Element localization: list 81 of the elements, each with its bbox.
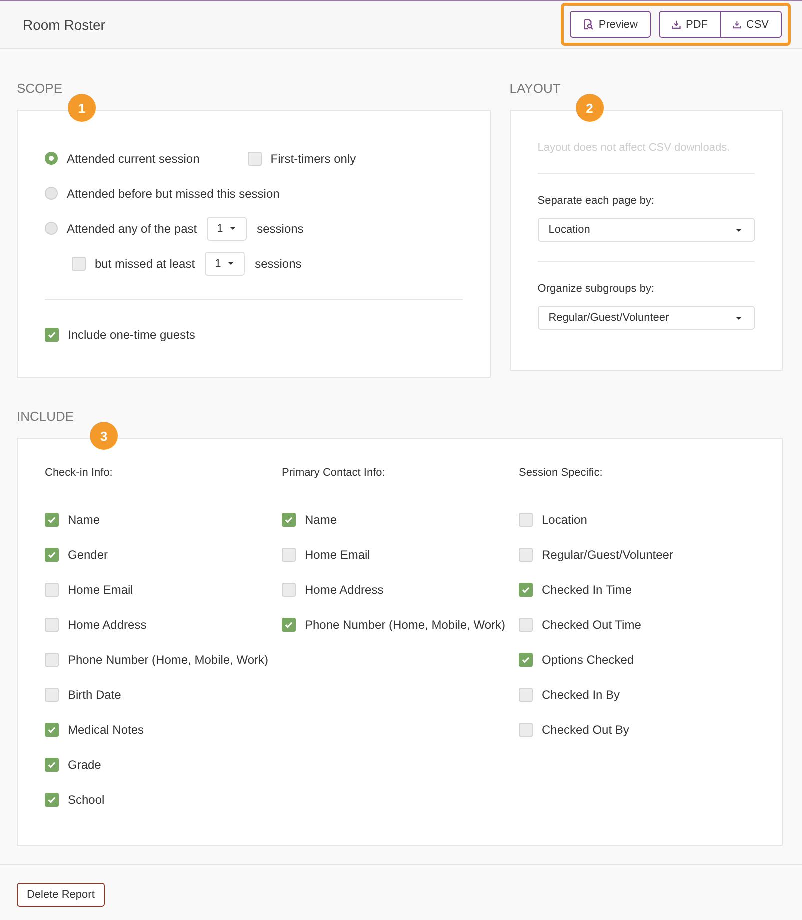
checked-checkbox[interactable] [45, 548, 59, 562]
checkbox[interactable] [282, 582, 296, 596]
download-icon [672, 20, 681, 30]
option-label: Options Checked [542, 652, 634, 666]
checked-checkbox[interactable] [45, 758, 59, 772]
option-label: Home Email [68, 582, 134, 596]
dropdown[interactable]: Regular/Guest/Volunteer [538, 306, 755, 330]
option-label: Gender [68, 548, 108, 562]
checkbox[interactable] [248, 152, 262, 166]
checkbox[interactable] [519, 512, 533, 526]
checked-checkbox[interactable] [282, 618, 296, 632]
caret-icon [228, 262, 234, 265]
checkbox[interactable] [519, 618, 533, 632]
field-label: Organize subgroups by: [538, 283, 656, 295]
option-label: Include one-time guests [68, 328, 196, 342]
checkbox[interactable] [72, 256, 86, 270]
option-label: Attended any of the past [67, 222, 198, 236]
download-icon [733, 20, 742, 30]
checked-checkbox[interactable] [519, 652, 533, 666]
dropdown[interactable]: Location [538, 218, 755, 242]
checkbox[interactable] [45, 652, 59, 666]
number-dropdown[interactable]: 1 [207, 216, 248, 240]
option-label: Grade [68, 758, 102, 772]
caret-icon [736, 228, 742, 232]
option-label: Location [542, 512, 588, 526]
caret-icon [230, 227, 236, 230]
option-label: Checked Out By [542, 722, 630, 736]
field-label: Separate each page by: [538, 195, 656, 207]
section-title: LAYOUT [510, 81, 561, 96]
option-label: sessions [257, 222, 304, 236]
delete-button[interactable]: Delete Report [17, 883, 105, 907]
download-button[interactable]: PDF [659, 11, 721, 38]
page-title: Room Roster [23, 16, 106, 32]
option-label: sessions [255, 256, 302, 270]
step-badge: 1 [68, 94, 96, 122]
option-label: Home Address [305, 582, 384, 596]
preview-button[interactable]: Preview [570, 11, 651, 38]
option-label: First-timers only [270, 152, 356, 166]
checked-checkbox[interactable] [45, 722, 59, 736]
option-label: School [68, 792, 105, 806]
checkbox[interactable] [519, 688, 533, 702]
option-label: Home Address [68, 618, 147, 632]
option-label: Name [68, 512, 100, 526]
option-label: Attended current session [67, 152, 200, 166]
option-label: Medical Notes [68, 722, 144, 736]
caret-icon [736, 316, 742, 320]
checkbox[interactable] [45, 582, 59, 596]
option-label: Name [305, 512, 338, 526]
checkbox[interactable] [519, 722, 533, 736]
radio-button[interactable] [45, 222, 58, 235]
checkbox[interactable] [519, 548, 533, 562]
checked-checkbox[interactable] [519, 582, 533, 596]
option-label: Phone Number (Home, Mobile, Work) [68, 652, 269, 666]
radio-button[interactable] [45, 152, 58, 165]
step-badge: 2 [576, 94, 604, 122]
section-title: INCLUDE [17, 409, 74, 424]
checkbox[interactable] [45, 618, 59, 632]
option-label: Birth Date [68, 688, 122, 702]
checkbox[interactable] [45, 688, 59, 702]
checked-checkbox[interactable] [282, 512, 296, 526]
option-label: Phone Number (Home, Mobile, Work) [305, 618, 506, 632]
checked-checkbox[interactable] [45, 512, 59, 526]
option-label: but missed at least [95, 256, 196, 270]
checkbox[interactable] [282, 548, 296, 562]
option-label: Home Email [305, 548, 370, 562]
number-dropdown[interactable]: 1 [205, 252, 246, 276]
option-label: Checked Out Time [542, 618, 642, 632]
checked-checkbox[interactable] [45, 792, 59, 806]
checked-checkbox[interactable] [45, 328, 59, 342]
download-button[interactable]: CSV [720, 11, 782, 38]
column-heading: Session Specific: [519, 467, 604, 481]
option-label: Regular/Guest/Volunteer [542, 548, 674, 562]
column-heading: Check-in Info: [45, 467, 114, 481]
document-search-icon [583, 19, 594, 30]
option-label: Attended before but missed this session [67, 186, 280, 200]
option-label: Checked In Time [542, 582, 632, 596]
column-heading: Primary Contact Info: [282, 467, 386, 481]
step-badge: 3 [90, 422, 118, 450]
radio-button[interactable] [45, 187, 58, 200]
section-title: SCOPE [17, 81, 63, 96]
option-label: Checked In By [542, 688, 620, 702]
